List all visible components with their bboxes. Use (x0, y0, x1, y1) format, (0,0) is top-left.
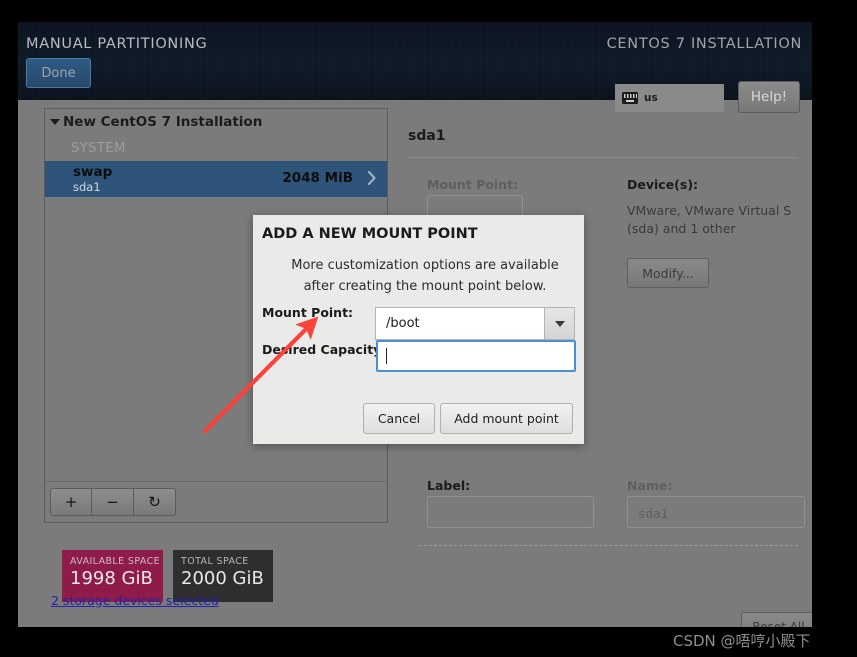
refresh-partitions-button[interactable]: ↻ (134, 488, 176, 516)
add-partition-button[interactable]: + (50, 488, 92, 516)
total-space-value: 2000 GiB (181, 568, 273, 589)
reset-all-button[interactable]: Reset All (741, 612, 812, 627)
partition-group-header[interactable]: New CentOS 7 Installation (45, 109, 387, 135)
partition-device: sda1 (73, 180, 101, 194)
done-button[interactable]: Done (26, 58, 91, 88)
dialog-mount-point-value[interactable]: /boot (375, 307, 544, 340)
divider (408, 157, 798, 158)
partition-toolbar: + − ↻ (45, 481, 387, 522)
dialog-title: ADD A NEW MOUNT POINT (262, 226, 478, 242)
available-space-caption: AVAILABLE SPACE (70, 556, 163, 567)
window-header: MANUAL PARTITIONING CENTOS 7 INSTALLATIO… (18, 22, 812, 100)
watermark: CSDN @唔哼小殿下 (673, 630, 811, 651)
mount-point-label: Mount Point: (427, 177, 518, 192)
devices-value: VMware, VMware Virtual S (sda) and 1 oth… (627, 202, 795, 238)
partition-name: swap (73, 164, 112, 180)
device-title: sda1 (408, 128, 446, 144)
dashed-divider (419, 545, 798, 546)
storage-devices-link[interactable]: 2 storage devices selected (51, 593, 219, 608)
chevron-down-icon[interactable] (544, 307, 575, 340)
available-space-value: 1998 GiB (70, 568, 163, 589)
remove-partition-button[interactable]: − (92, 488, 134, 516)
screenshot-root: MANUAL PARTITIONING CENTOS 7 INSTALLATIO… (0, 0, 857, 657)
keyboard-layout-label: us (644, 92, 658, 104)
name-value: sda1 (638, 506, 668, 521)
expander-triangle-down-icon[interactable] (50, 119, 60, 125)
label-label: Label: (427, 478, 470, 493)
page-title: MANUAL PARTITIONING (26, 36, 207, 52)
label-input[interactable] (427, 496, 594, 528)
add-mount-point-dialog: ADD A NEW MOUNT POINT More customization… (253, 215, 584, 444)
installation-title: CENTOS 7 INSTALLATION (607, 36, 802, 52)
dialog-mount-point-label: Mount Point: (262, 305, 353, 320)
devices-label: Device(s): (627, 177, 698, 192)
dropdown-triangle (555, 321, 565, 327)
chevron-right-icon[interactable] (368, 171, 376, 185)
dialog-mount-point-combobox[interactable]: /boot (375, 307, 575, 340)
modify-button[interactable]: Modify... (627, 258, 709, 288)
dialog-cancel-button[interactable]: Cancel (363, 403, 435, 434)
partition-size: 2048 MiB (282, 170, 353, 186)
partition-group-label: New CentOS 7 Installation (63, 114, 262, 130)
text-caret (386, 348, 387, 364)
keyboard-icon (622, 92, 638, 104)
dialog-description: More customization options are available… (289, 255, 561, 297)
total-space-caption: TOTAL SPACE (181, 556, 273, 567)
partition-section-label: SYSTEM (45, 135, 387, 161)
name-label: Name: (627, 478, 672, 493)
partition-row-swap[interactable]: swap sda1 2048 MiB (45, 161, 387, 197)
dialog-capacity-input[interactable] (376, 340, 576, 372)
dialog-capacity-label: Desired Capacity: (262, 342, 386, 357)
dialog-add-mount-point-button[interactable]: Add mount point (440, 403, 573, 434)
